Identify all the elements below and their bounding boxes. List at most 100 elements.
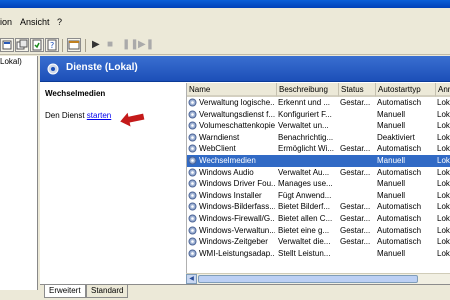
cell-status: Gestar... <box>340 225 371 235</box>
cell-name: Windows Driver Fou... <box>199 179 275 189</box>
cell-startup-type: Automatisch <box>377 237 422 247</box>
services-gear-icon <box>46 62 60 78</box>
cell-description: Konfiguriert F... <box>278 109 332 119</box>
cell-logon: Lok <box>437 155 450 165</box>
tab-erweitert[interactable]: Erweitert <box>44 285 86 298</box>
cell-description: Bietet eine g... <box>278 225 330 235</box>
cell-logon: Lok <box>437 248 450 258</box>
table-row[interactable]: Windows Audio Verwaltet Au... Gestar... Aut… <box>187 167 450 179</box>
cell-logon: Lok <box>437 144 450 154</box>
menu-aktion[interactable]: ion <box>0 17 12 27</box>
table-row[interactable]: Warndienst Benachrichtig... Deaktiviert Lok <box>187 132 450 144</box>
service-gear-icon <box>188 249 197 262</box>
cell-description: Erkennt und ... <box>278 98 331 107</box>
properties-icon[interactable] <box>0 38 14 52</box>
menu-ansicht[interactable]: Ansicht <box>20 17 50 27</box>
cell-logon: Lok <box>437 225 450 235</box>
column-logon[interactable]: Anmel <box>436 83 450 97</box>
cell-name: Wechselmedien <box>199 155 256 165</box>
menu-bar: ion Ansicht ? <box>0 8 450 36</box>
tree-item-services-local[interactable]: Lokal) <box>0 57 22 66</box>
tab-standard[interactable]: Standard <box>86 285 129 298</box>
cell-logon: Lok <box>437 190 450 200</box>
cell-description: Stellt Leistun... <box>278 248 331 258</box>
cell-logon: Lok <box>437 202 450 212</box>
cell-logon: Lok <box>437 179 450 189</box>
cell-startup-type: Manuell <box>377 121 406 131</box>
cell-description: Fügt Anwend... <box>278 190 332 200</box>
refresh-icon[interactable] <box>15 38 29 52</box>
export-icon[interactable] <box>30 38 44 52</box>
toolbar-separator <box>62 39 63 52</box>
panel-header: Dienste (Lokal) <box>40 56 450 82</box>
help-icon[interactable]: ? <box>45 38 59 52</box>
column-name[interactable]: Name <box>187 83 277 97</box>
cell-description: Verwaltet Au... <box>278 167 330 177</box>
cell-description: Verwaltet un... <box>278 121 329 131</box>
list-header: Name Beschreibung Status Autostarttyp An… <box>187 83 450 97</box>
cell-logon: Lok <box>437 132 450 142</box>
properties-sheet-icon[interactable] <box>67 38 81 52</box>
column-description[interactable]: Beschreibung <box>277 83 339 97</box>
column-status[interactable]: Status <box>339 83 376 97</box>
table-row[interactable]: Windows-Bilderfass... Bietet Bilderf... Ge… <box>187 201 450 213</box>
cell-logon: Lok <box>437 121 450 131</box>
panel-title: Dienste (Lokal) <box>66 62 138 73</box>
table-row[interactable]: Windows-Zeitgeber Verwaltet die... Gestar.… <box>187 236 450 248</box>
cell-name: Windows-Bilderfass... <box>199 202 275 212</box>
pause-icon[interactable]: ❚❚ <box>122 38 139 52</box>
cell-name: Volumeschattenkopie <box>199 121 275 131</box>
services-list[interactable]: Name Beschreibung Status Autostarttyp An… <box>186 83 450 273</box>
cell-startup-type: Manuell <box>377 155 406 165</box>
cell-name: Windows-Zeitgeber <box>199 237 268 247</box>
cell-name: WebClient <box>199 144 236 154</box>
cell-name: Verwaltungsdienst f... <box>199 109 275 119</box>
services-panel: Dienste (Lokal) Wechselmedien Den Dienst… <box>40 56 450 300</box>
stop-icon[interactable]: ■ <box>107 38 113 52</box>
cell-logon: Lok <box>437 109 450 119</box>
red-arrow-icon <box>118 110 146 130</box>
cell-startup-type: Automatisch <box>377 213 422 223</box>
svg-text:?: ? <box>50 41 54 50</box>
table-row[interactable]: Windows-Verwaltun... Bietet eine g... Gest… <box>187 225 450 237</box>
cell-startup-type: Automatisch <box>377 98 422 107</box>
cell-status: Gestar... <box>340 167 371 177</box>
table-row[interactable]: Windows-Firewall/G... Bietet allen C... Ge… <box>187 213 450 225</box>
table-row[interactable]: Windows Installer Fügt Anwend... Manuell Lo… <box>187 190 450 202</box>
table-row[interactable]: WMI-Leistungsadap... Stellt Leistun... Man… <box>187 248 450 260</box>
cell-startup-type: Manuell <box>377 248 406 258</box>
cell-startup-type: Automatisch <box>377 202 422 212</box>
cell-description: Benachrichtig... <box>278 132 334 142</box>
cell-name: Warndienst <box>199 132 240 142</box>
table-row[interactable]: WebClient Ermöglicht Wi... Gestar... Automa… <box>187 143 450 155</box>
console-tree[interactable]: Lokal) <box>0 56 38 290</box>
cell-description: Manages use... <box>278 179 333 189</box>
service-action-prefix: Den Dienst <box>45 111 87 120</box>
table-row[interactable]: Verwaltung logische... Erkennt und ... Ges… <box>187 97 450 109</box>
cell-startup-type: Automatisch <box>377 144 422 154</box>
menu-help[interactable]: ? <box>57 17 62 27</box>
window-titlebar <box>0 0 450 8</box>
horizontal-scrollbar[interactable]: ◀ <box>186 273 450 284</box>
scroll-thumb[interactable] <box>198 275 418 283</box>
play-icon[interactable]: ▶ <box>92 38 100 52</box>
cell-name: Windows-Firewall/G... <box>199 213 275 223</box>
cell-startup-type: Manuell <box>377 179 406 189</box>
scroll-left-icon[interactable]: ◀ <box>186 274 197 284</box>
column-startup-type[interactable]: Autostarttyp <box>376 83 436 97</box>
cell-startup-type: Automatisch <box>377 225 422 235</box>
table-row[interactable]: Windows Driver Fou... Manages use... Manue… <box>187 178 450 190</box>
selected-service-title: Wechselmedien <box>45 89 106 98</box>
service-action-text: Den Dienst starten <box>45 111 111 120</box>
table-row[interactable]: Wechselmedien Manuell Lok <box>187 154 450 167</box>
cell-description: Ermöglicht Wi... <box>278 144 335 154</box>
list-rows: Verwaltung logische... Erkennt und ... Ges… <box>187 97 450 259</box>
restart-icon[interactable]: ▶❚ <box>138 38 154 52</box>
table-row[interactable]: Verwaltungsdienst f... Konfiguriert F... M… <box>187 109 450 121</box>
cell-status: Gestar... <box>340 144 371 154</box>
cell-status: Gestar... <box>340 98 371 107</box>
toolbar-separator <box>85 39 86 52</box>
start-service-link[interactable]: starten <box>87 111 111 120</box>
table-row[interactable]: Volumeschattenkopie Verwaltet un... Manuel… <box>187 120 450 132</box>
cell-status: Gestar... <box>340 213 371 223</box>
